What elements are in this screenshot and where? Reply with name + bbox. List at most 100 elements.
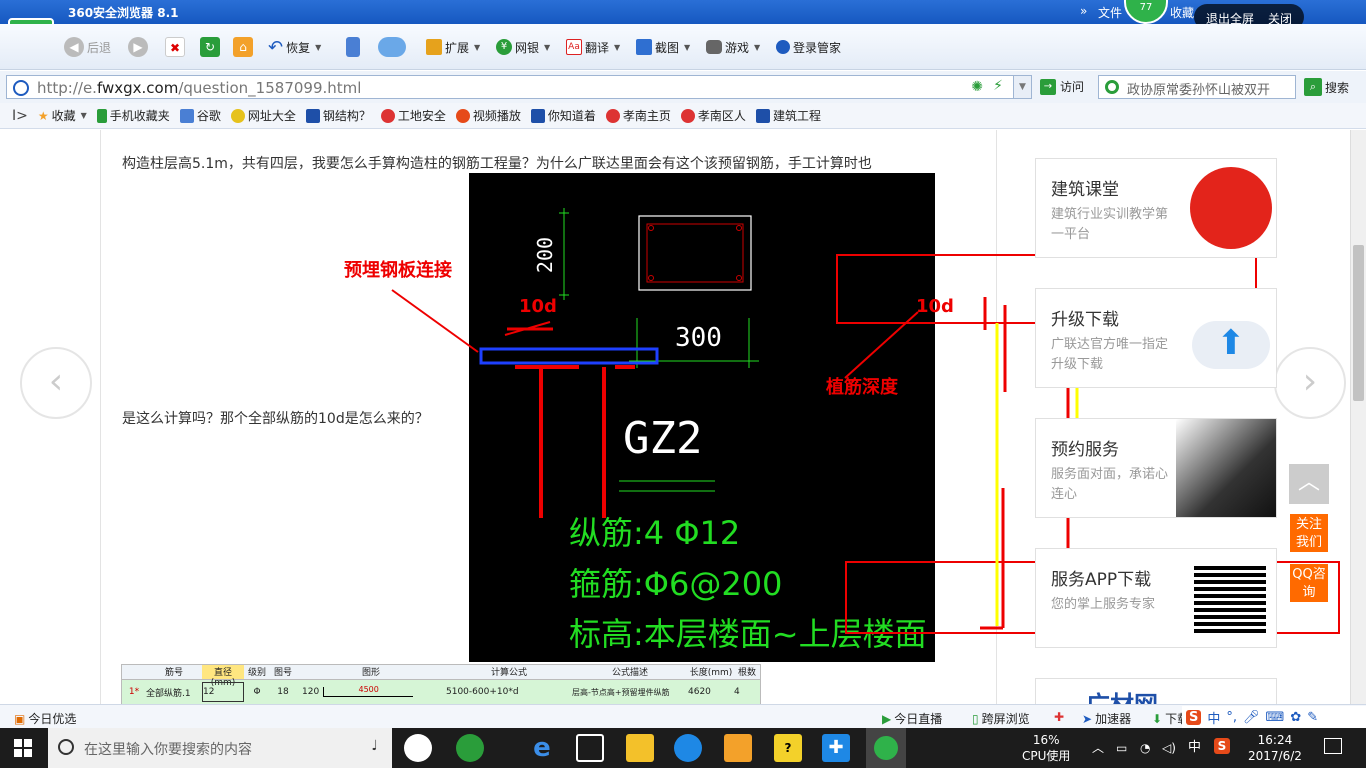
tray-chevron-icon[interactable]: ︿ <box>1092 740 1104 756</box>
card-course[interactable]: 建筑课堂 建筑行业实训教学第一平台 <box>1035 158 1277 258</box>
annotation-embed-plate: 预埋钢板连接 <box>344 260 452 281</box>
edge-icon[interactable]: e <box>528 734 556 762</box>
cross-screen[interactable]: ▯ 跨屏浏览 <box>972 710 1030 727</box>
mic-icon: 🎤︎ <box>1243 709 1260 725</box>
table-row[interactable]: 1* 全部纵筋.1 12 Φ 18 120 4500 5100-600+10*d… <box>122 680 760 704</box>
status-bar: ▣ 今日优选 ▶ 今日直播 ▯ 跨屏浏览 ✚ ➤ 加速器 ⬇ 下载 S 中 °, 🎤︎ ⌨… <box>0 704 1366 728</box>
annotation-depth: 植筋深度 <box>826 377 898 398</box>
live-label: 今日直播 <box>894 712 943 726</box>
microphone-icon[interactable]: ♩ <box>371 738 378 754</box>
notification-icon[interactable] <box>1324 738 1342 754</box>
card-appointment[interactable]: 预约服务 服务面对面，承诺心连心 <box>1035 418 1277 518</box>
skin-icon: ✿ <box>1290 709 1302 725</box>
360-browser-task-icon[interactable] <box>866 728 906 768</box>
qr-code-icon <box>1194 565 1266 633</box>
download-icon: ⬇ <box>1152 711 1163 726</box>
card-title: 建筑课堂 <box>1051 180 1119 200</box>
taskbar-search-placeholder: 在这里输入你要搜索的内容 <box>84 742 252 758</box>
plus-app-icon[interactable]: ✚ <box>822 734 850 762</box>
wrench-icon: ✎ <box>1307 709 1319 725</box>
cpu-label: CPU使用 <box>1022 749 1071 763</box>
cross-label: 跨屏浏览 <box>981 712 1030 726</box>
column-header: 公式描述 <box>611 668 648 678</box>
sogou-icon: S <box>1186 709 1202 725</box>
help-icon[interactable]: ? <box>774 734 802 762</box>
card-desc: 您的掌上服务专家 <box>1051 597 1156 612</box>
accelerator[interactable]: ➤ 加速器 <box>1082 710 1131 727</box>
qq-consult-button[interactable]: QQ咨询 <box>1290 564 1328 602</box>
cell-diameter[interactable]: 12 <box>202 682 244 702</box>
card-title: 升级下载 <box>1051 310 1119 330</box>
play-icon: ▶ <box>882 711 892 726</box>
scrollbar-thumb[interactable] <box>1353 245 1364 401</box>
cell-figure-no: 18 <box>277 687 289 697</box>
cell-formula-desc: 层高-节点高+预留埋件纵筋 <box>572 687 670 697</box>
clock-time: 16:24 <box>1257 733 1293 747</box>
ime-mode-label: 中 <box>1207 711 1221 727</box>
follow-us-button[interactable]: 关注我们 <box>1290 514 1328 552</box>
card-desc: 广联达官方唯一指定升级下载 <box>1051 337 1169 372</box>
card-upgrade[interactable]: 升级下载 广联达官方唯一指定升级下载 ⬆ <box>1035 288 1277 388</box>
clock-date: 2017/6/2 <box>1248 749 1302 763</box>
next-arrow-icon[interactable]: › <box>1274 347 1346 419</box>
column-header: 直径(mm) <box>202 665 244 688</box>
taskbar: 在这里输入你要搜索的内容 ♩ e ? ✚ 16% CPU使用 ︿ ▭ ◔ ◁) 中… <box>0 728 1366 768</box>
cell-formula: 5100-600+10*d <box>446 687 519 697</box>
column-header: 图号 <box>273 668 292 678</box>
prev-arrow-icon[interactable]: ‹ <box>20 347 92 419</box>
accel-label: 加速器 <box>1095 712 1132 726</box>
keyboard-icon: ⌨ <box>1265 709 1285 725</box>
punctuation-icon: °, <box>1226 709 1238 725</box>
card-app-download[interactable]: 服务APP下载 您的掌上服务专家 <box>1035 548 1277 648</box>
sogou-tray-icon[interactable]: S <box>1214 738 1230 754</box>
annotation-10d-right: 10d <box>916 296 954 317</box>
today-label: 今日优选 <box>28 712 77 726</box>
course-logo-icon <box>1190 167 1272 249</box>
today-live[interactable]: ▶ 今日直播 <box>882 710 942 727</box>
clock[interactable]: 16:24 2017/6/2 <box>1248 732 1302 764</box>
column-header: 长度(mm) <box>689 668 733 678</box>
today-picks[interactable]: ▣ 今日优选 <box>14 710 76 727</box>
cell-count: 4 <box>734 687 740 697</box>
handshake-image <box>1176 419 1276 517</box>
row-index: 1* <box>128 687 140 697</box>
taskbar-search-input[interactable]: 在这里输入你要搜索的内容 ♩ <box>48 728 392 768</box>
cell-bar-name: 全部纵筋.1 <box>146 688 191 699</box>
cpu-value: 16% <box>1032 733 1060 747</box>
ime-toolbar[interactable]: S 中 °, 🎤︎ ⌨ ✿ ✎ <box>1182 706 1366 728</box>
store-icon[interactable] <box>576 734 604 762</box>
shape-hook-length: 120 <box>302 687 320 697</box>
windows-start-icon[interactable] <box>14 739 32 757</box>
health-icon[interactable]: ✚ <box>1054 710 1064 724</box>
wifi-icon[interactable]: ◔ <box>1140 740 1150 756</box>
network-device-icon[interactable]: ▭ <box>1116 740 1127 756</box>
card-title: 服务APP下载 <box>1051 570 1152 590</box>
bag-icon: ▣ <box>14 711 26 726</box>
shape-length: 4500 <box>323 686 414 697</box>
column-header: 图形 <box>361 668 380 678</box>
cell-grade: Φ <box>253 687 261 697</box>
card-desc: 服务面对面，承诺心连心 <box>1051 467 1169 502</box>
notes-icon[interactable] <box>724 734 752 762</box>
cell-shape: 120 4500 <box>296 686 446 697</box>
folder-icon[interactable] <box>626 734 654 762</box>
back-to-top-icon[interactable]: ︿ <box>1289 464 1329 504</box>
search-icon <box>58 739 74 755</box>
rocket-icon: ➤ <box>1082 711 1093 726</box>
phone-icon: ▯ <box>972 711 979 726</box>
scrollbar[interactable] <box>1350 130 1366 704</box>
column-header: 根数 <box>737 668 756 678</box>
glodon-icon[interactable] <box>674 734 702 762</box>
cloud-upload-icon: ⬆ <box>1192 321 1270 369</box>
volume-icon[interactable]: ◁) <box>1162 740 1176 756</box>
column-header: 筋号 <box>164 668 183 678</box>
annotation-10d-left: 10d <box>519 296 557 317</box>
cpu-usage[interactable]: 16% CPU使用 <box>1022 732 1070 764</box>
column-header: 计算公式 <box>490 668 527 678</box>
card-desc: 建筑行业实训教学第一平台 <box>1051 207 1169 242</box>
task-view-icon[interactable] <box>404 734 432 762</box>
ime-indicator[interactable]: 中 <box>1188 740 1201 756</box>
360-app-icon[interactable] <box>456 734 484 762</box>
rebar-table: 筋号 直径(mm) 级别 图号 图形 计算公式 公式描述 长度(mm) 根数 1… <box>121 664 761 704</box>
card-title: 预约服务 <box>1051 440 1119 460</box>
